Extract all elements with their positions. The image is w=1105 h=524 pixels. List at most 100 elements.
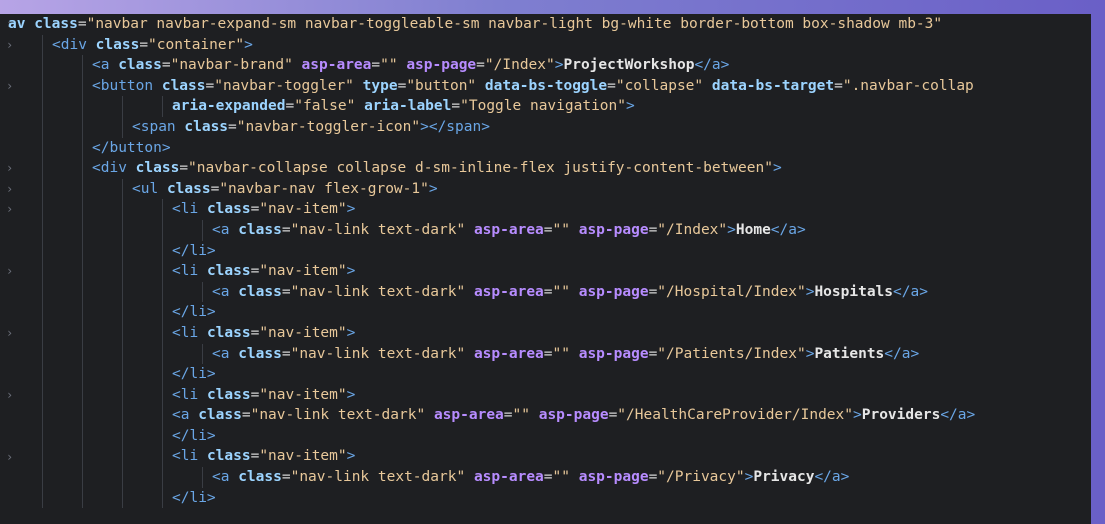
indent-guide	[122, 281, 123, 303]
indent-guide	[82, 178, 83, 200]
indent-guide	[82, 446, 83, 468]
code-line[interactable]: <button class="navbar-toggler" type="but…	[28, 75, 1091, 97]
indent-guide	[122, 240, 123, 262]
fold-chevron-icon[interactable]: ›	[6, 202, 13, 216]
indent-guide	[42, 322, 43, 344]
code-text: <a class="navbar-brand" asp-area="" asp-…	[92, 57, 730, 74]
code-text: <li class="nav-item">	[172, 448, 356, 465]
indent-guide	[42, 219, 43, 241]
code-line[interactable]: <li class="nav-item">	[28, 199, 1091, 220]
indent-guide	[122, 384, 123, 406]
fold-chevron-icon[interactable]: ›	[6, 388, 13, 402]
indent-guide	[122, 261, 123, 282]
fold-chevron-icon[interactable]: ›	[6, 161, 13, 175]
code-text: av class="navbar navbar-expand-sm navbar…	[8, 16, 943, 32]
indent-guide	[162, 96, 163, 117]
code-text: <a class="nav-link text-dark" asp-area="…	[172, 407, 976, 424]
indent-guide	[202, 219, 203, 241]
code-line[interactable]: <li class="nav-item">	[28, 322, 1091, 344]
code-text: </li>	[172, 427, 216, 444]
indent-guide	[82, 384, 83, 406]
indent-guide	[82, 261, 83, 282]
indent-guide	[122, 364, 123, 385]
indent-guide	[162, 219, 163, 241]
code-line[interactable]: aria-expanded="false" aria-label="Toggle…	[28, 96, 1091, 117]
fold-chevron-icon[interactable]: ›	[6, 79, 13, 93]
indent-guide	[82, 405, 83, 426]
code-line[interactable]: av class="navbar navbar-expand-sm navbar…	[8, 14, 1091, 35]
code-line[interactable]: </li>	[28, 302, 1091, 323]
code-line[interactable]: </li>	[28, 487, 1091, 509]
indent-guide	[42, 487, 43, 509]
fold-chevron-icon[interactable]: ›	[6, 326, 13, 340]
indent-guide	[202, 467, 203, 488]
indent-guide	[82, 199, 83, 220]
indent-guide	[162, 322, 163, 344]
code-line[interactable]: <a class="nav-link text-dark" asp-area="…	[28, 405, 1091, 426]
code-text: aria-expanded="false" aria-label="Toggle…	[172, 98, 635, 115]
indent-guide	[82, 240, 83, 262]
code-editor[interactable]: › › › › › › › › › › av class="navbar navbar-expan…	[0, 14, 1091, 524]
indent-guide	[162, 425, 163, 447]
indent-guide	[82, 96, 83, 117]
indent-guide	[42, 364, 43, 385]
code-line[interactable]: <a class="nav-link text-dark" asp-area="…	[28, 467, 1091, 488]
desktop-background: › › › › › › › › › › av class="navbar navbar-expan…	[0, 0, 1105, 524]
code-line[interactable]: <a class="nav-link text-dark" asp-area="…	[28, 219, 1091, 241]
code-line[interactable]: <a class="nav-link text-dark" asp-area="…	[28, 281, 1091, 303]
indent-guide	[42, 467, 43, 488]
code-line[interactable]: <span class="navbar-toggler-icon"></span…	[28, 116, 1091, 138]
indent-guide	[162, 261, 163, 282]
indent-guide	[82, 281, 83, 303]
fold-chevron-icon[interactable]: ›	[6, 182, 13, 196]
code-line[interactable]: <li class="nav-item">	[28, 446, 1091, 468]
code-text: <a class="nav-link text-dark" asp-area="…	[212, 283, 928, 300]
indent-guide	[82, 75, 83, 97]
code-line[interactable]: </li>	[28, 425, 1091, 447]
indent-guide	[122, 322, 123, 344]
code-text: <a class="nav-link text-dark" asp-area="…	[212, 221, 806, 238]
code-line[interactable]: <a class="navbar-brand" asp-area="" asp-…	[28, 55, 1091, 76]
indent-guide	[42, 34, 43, 56]
code-line[interactable]: <li class="nav-item">	[28, 261, 1091, 282]
indent-guide	[122, 178, 123, 200]
indent-guide	[42, 240, 43, 262]
indent-guide	[82, 343, 83, 365]
code-text: <span class="navbar-toggler-icon"></span…	[132, 118, 490, 135]
code-line[interactable]: <ul class="navbar-nav flex-grow-1">	[28, 178, 1091, 200]
indent-guide	[122, 219, 123, 241]
code-line[interactable]: <div class="navbar-collapse collapse d-s…	[28, 158, 1091, 179]
indent-guide	[42, 343, 43, 365]
code-line[interactable]: <a class="nav-link text-dark" asp-area="…	[28, 343, 1091, 365]
code-text: <button class="navbar-toggler" type="but…	[92, 77, 974, 94]
code-line[interactable]: <li class="nav-item">	[28, 384, 1091, 406]
indent-guide	[82, 364, 83, 385]
code-area[interactable]: av class="navbar navbar-expand-sm navbar…	[8, 14, 1091, 509]
indent-guide	[162, 199, 163, 220]
fold-chevron-icon[interactable]: ›	[6, 450, 13, 464]
indent-guide	[162, 240, 163, 262]
indent-guide	[122, 302, 123, 323]
code-line[interactable]: <div class="container">	[28, 34, 1091, 56]
indent-guide	[122, 425, 123, 447]
code-line[interactable]: </li>	[28, 364, 1091, 385]
indent-guide	[82, 467, 83, 488]
fold-chevron-icon[interactable]: ›	[6, 38, 13, 52]
indent-guide	[162, 467, 163, 488]
code-text: <div class="navbar-collapse collapse d-s…	[92, 160, 782, 177]
indent-guide	[122, 199, 123, 220]
fold-chevron-icon[interactable]: ›	[6, 264, 13, 278]
indent-guide	[42, 302, 43, 323]
indent-guide	[122, 446, 123, 468]
code-text: </li>	[172, 242, 216, 259]
indent-guide	[82, 322, 83, 344]
indent-guide	[202, 343, 203, 365]
code-line[interactable]: </button>	[28, 137, 1091, 159]
indent-guide	[162, 281, 163, 303]
code-text: <li class="nav-item">	[172, 263, 356, 280]
code-text: <a class="nav-link text-dark" asp-area="…	[212, 469, 850, 486]
code-text: <div class="container">	[52, 36, 253, 53]
indent-guide	[42, 96, 43, 117]
indent-guide	[202, 281, 203, 303]
code-line[interactable]: </li>	[28, 240, 1091, 262]
